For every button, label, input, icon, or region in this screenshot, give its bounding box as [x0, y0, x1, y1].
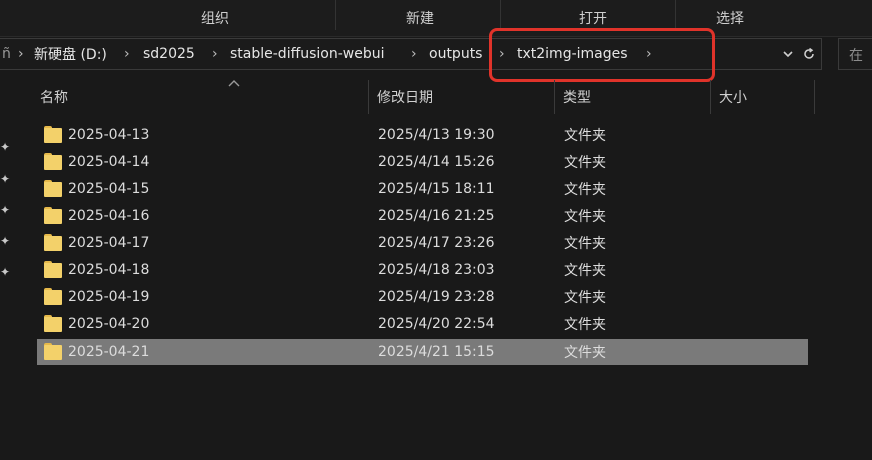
file-modified: 2025/4/18 23:03 [378, 262, 495, 278]
file-row[interactable]: 2025-04-18 2025/4/18 23:03 文件夹 [37, 257, 808, 283]
folder-icon [44, 126, 62, 143]
column-type[interactable]: 类型 [563, 80, 703, 114]
file-row[interactable]: 2025-04-14 2025/4/14 15:26 文件夹 [37, 149, 808, 175]
navigation-pane[interactable]: ✦ ✦ ✦ ✦ ✦ [0, 72, 18, 460]
folder-icon [44, 153, 62, 170]
file-name: 2025-04-14 [68, 154, 150, 170]
file-modified: 2025/4/15 18:11 [378, 181, 495, 197]
refresh-icon[interactable] [802, 39, 816, 69]
folder-icon [44, 261, 62, 278]
search-input[interactable]: 在 [838, 38, 872, 70]
file-row[interactable]: 2025-04-20 2025/4/20 22:54 文件夹 [37, 311, 808, 337]
breadcrumb-webui[interactable]: stable-diffusion-webui [230, 39, 385, 69]
file-type: 文件夹 [564, 263, 606, 279]
ribbon-divider [335, 0, 336, 30]
breadcrumb-sd2025[interactable]: sd2025 [143, 39, 195, 69]
file-row[interactable]: 2025-04-19 2025/4/19 23:28 文件夹 [37, 284, 808, 310]
file-name: 2025-04-21 [68, 344, 150, 360]
folder-icon [44, 315, 62, 332]
file-row-selected[interactable]: 2025-04-21 2025/4/21 15:15 文件夹 [37, 339, 808, 365]
file-modified: 2025/4/21 15:15 [378, 344, 495, 360]
file-name: 2025-04-13 [68, 127, 150, 143]
file-modified: 2025/4/13 19:30 [378, 127, 495, 143]
file-type: 文件夹 [564, 155, 606, 171]
file-type: 文件夹 [564, 209, 606, 225]
file-modified: 2025/4/17 23:26 [378, 235, 495, 251]
pin-icon[interactable]: ✦ [0, 140, 10, 154]
file-name: 2025-04-20 [68, 316, 150, 332]
file-type: 文件夹 [564, 317, 606, 333]
column-divider[interactable] [554, 80, 555, 114]
file-name: 2025-04-19 [68, 289, 150, 305]
breadcrumb-outputs[interactable]: outputs [429, 39, 482, 69]
file-modified: 2025/4/19 23:28 [378, 289, 495, 305]
column-header: 名称 修改日期 类型 大小 [30, 80, 820, 114]
file-type: 文件夹 [564, 128, 606, 144]
breadcrumb-drive[interactable]: 新硬盘 (D:) [34, 39, 107, 69]
breadcrumb-separator-icon[interactable]: › [411, 39, 417, 69]
file-row[interactable]: 2025-04-17 2025/4/17 23:26 文件夹 [37, 230, 808, 256]
ribbon-divider [500, 0, 501, 30]
annotation-highlight-box [489, 28, 715, 82]
file-type: 文件夹 [564, 345, 606, 361]
file-name: 2025-04-16 [68, 208, 150, 224]
file-type: 文件夹 [564, 236, 606, 252]
file-modified: 2025/4/20 22:54 [378, 316, 495, 332]
column-divider[interactable] [814, 80, 815, 114]
file-row[interactable]: 2025-04-16 2025/4/16 21:25 文件夹 [37, 203, 808, 229]
file-name: 2025-04-17 [68, 235, 150, 251]
breadcrumb-separator-icon[interactable]: › [18, 39, 24, 69]
pin-icon[interactable]: ✦ [0, 234, 10, 248]
breadcrumb-separator-icon[interactable]: › [124, 39, 130, 69]
folder-icon [44, 207, 62, 224]
folder-icon [44, 234, 62, 251]
ribbon-group-organize[interactable]: 组织 [150, 0, 280, 36]
file-row[interactable]: 2025-04-15 2025/4/15 18:11 文件夹 [37, 176, 808, 202]
file-modified: 2025/4/16 21:25 [378, 208, 495, 224]
column-divider[interactable] [368, 80, 369, 114]
file-modified: 2025/4/14 15:26 [378, 154, 495, 170]
chevron-down-icon[interactable] [782, 39, 794, 69]
ribbon-toolbar: 组织 新建 打开 选择 [0, 0, 872, 37]
breadcrumb-separator-icon[interactable]: › [212, 39, 218, 69]
column-size[interactable]: 大小 [719, 80, 809, 114]
file-name: 2025-04-15 [68, 181, 150, 197]
column-name[interactable]: 名称 [40, 80, 370, 114]
folder-icon [44, 343, 62, 360]
file-row[interactable]: 2025-04-13 2025/4/13 19:30 文件夹 [37, 122, 808, 148]
pin-icon[interactable]: ✦ [0, 172, 10, 186]
file-name: 2025-04-18 [68, 262, 150, 278]
pin-icon[interactable]: ✦ [0, 265, 10, 279]
pin-icon[interactable]: ✦ [0, 203, 10, 217]
column-divider[interactable] [710, 80, 711, 114]
folder-icon [44, 288, 62, 305]
address-leading-fragment: ñ [2, 46, 11, 62]
column-modified[interactable]: 修改日期 [377, 80, 547, 114]
ribbon-group-new[interactable]: 新建 [355, 0, 485, 36]
folder-icon [44, 180, 62, 197]
search-placeholder: 在 [849, 48, 863, 64]
file-type: 文件夹 [564, 290, 606, 306]
file-type: 文件夹 [564, 182, 606, 198]
